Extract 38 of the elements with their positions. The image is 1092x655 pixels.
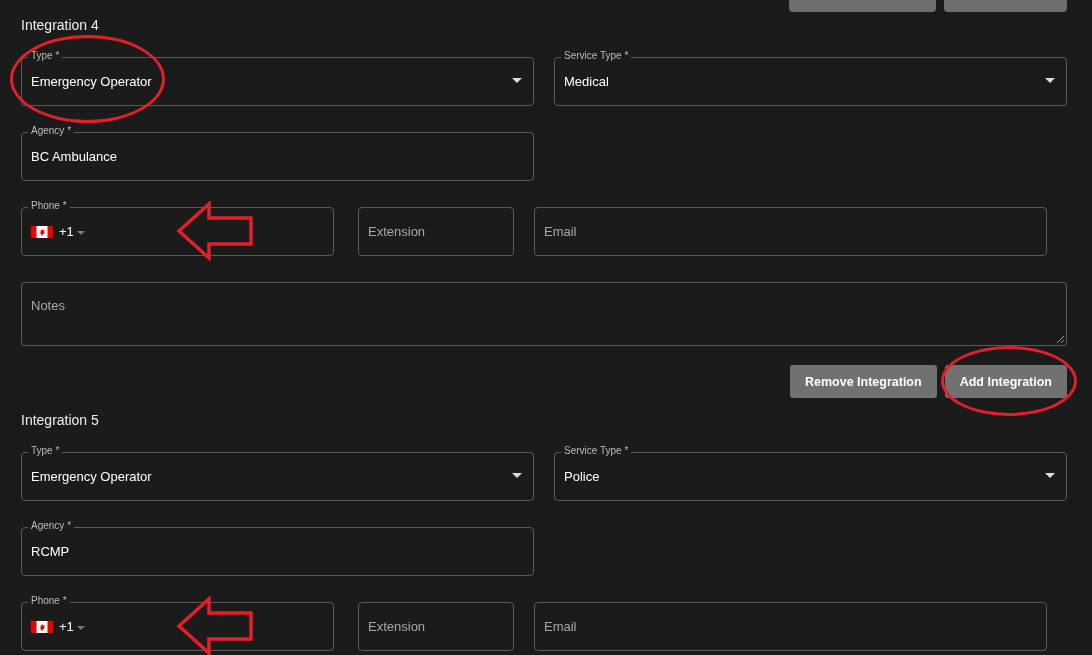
field-label: Type * <box>28 445 63 457</box>
dropdown-caret-icon <box>76 230 85 235</box>
dropdown-caret-icon <box>1045 473 1055 478</box>
dropdown-caret-icon <box>76 625 85 630</box>
select-field[interactable]: Service Type * Medical <box>554 50 1067 106</box>
remove-integration-button[interactable]: Remove Integration <box>789 365 937 398</box>
extension-field[interactable]: Extension <box>358 200 514 256</box>
section-heading: Integration 4 <box>21 16 100 34</box>
phone-field[interactable]: Phone * +1 <box>21 200 334 256</box>
section-heading: Integration 5 <box>21 411 100 429</box>
extension-field[interactable]: Extension <box>358 595 514 651</box>
select-field[interactable]: Service Type * Police <box>554 445 1067 501</box>
phone-field[interactable]: Phone * +1 <box>21 595 334 651</box>
dropdown-caret-icon <box>512 78 522 83</box>
flag-icon <box>31 225 53 238</box>
cut-off-button[interactable] <box>944 0 1067 12</box>
field-label: Agency * <box>28 520 75 532</box>
text-field[interactable]: Agency * RCMP <box>21 520 534 576</box>
field-label: Service Type * <box>561 50 632 62</box>
field-label: Phone * <box>28 200 70 212</box>
field-label: Agency * <box>28 125 75 137</box>
select-field[interactable]: Type * Emergency Operator <box>21 445 534 501</box>
field-label: Phone * <box>28 595 70 607</box>
field-label: Service Type * <box>561 445 632 457</box>
resize-handle-icon[interactable] <box>1057 336 1064 343</box>
dropdown-caret-icon <box>512 473 522 478</box>
dropdown-caret-icon <box>1045 78 1055 83</box>
flag-icon <box>31 620 53 633</box>
email-field[interactable]: Email <box>534 200 1047 256</box>
email-field[interactable]: Email <box>534 595 1047 651</box>
text-field[interactable]: Agency * BC Ambulance <box>21 125 534 181</box>
add-integration-button[interactable]: Add Integration <box>944 365 1067 398</box>
notes-field[interactable]: Notes <box>21 275 1067 346</box>
cut-off-button[interactable] <box>789 0 936 12</box>
country-code[interactable]: +1 <box>59 224 74 239</box>
select-field[interactable]: Type * Emergency Operator <box>21 50 534 106</box>
country-code[interactable]: +1 <box>59 619 74 634</box>
field-label: Type * <box>28 50 63 62</box>
